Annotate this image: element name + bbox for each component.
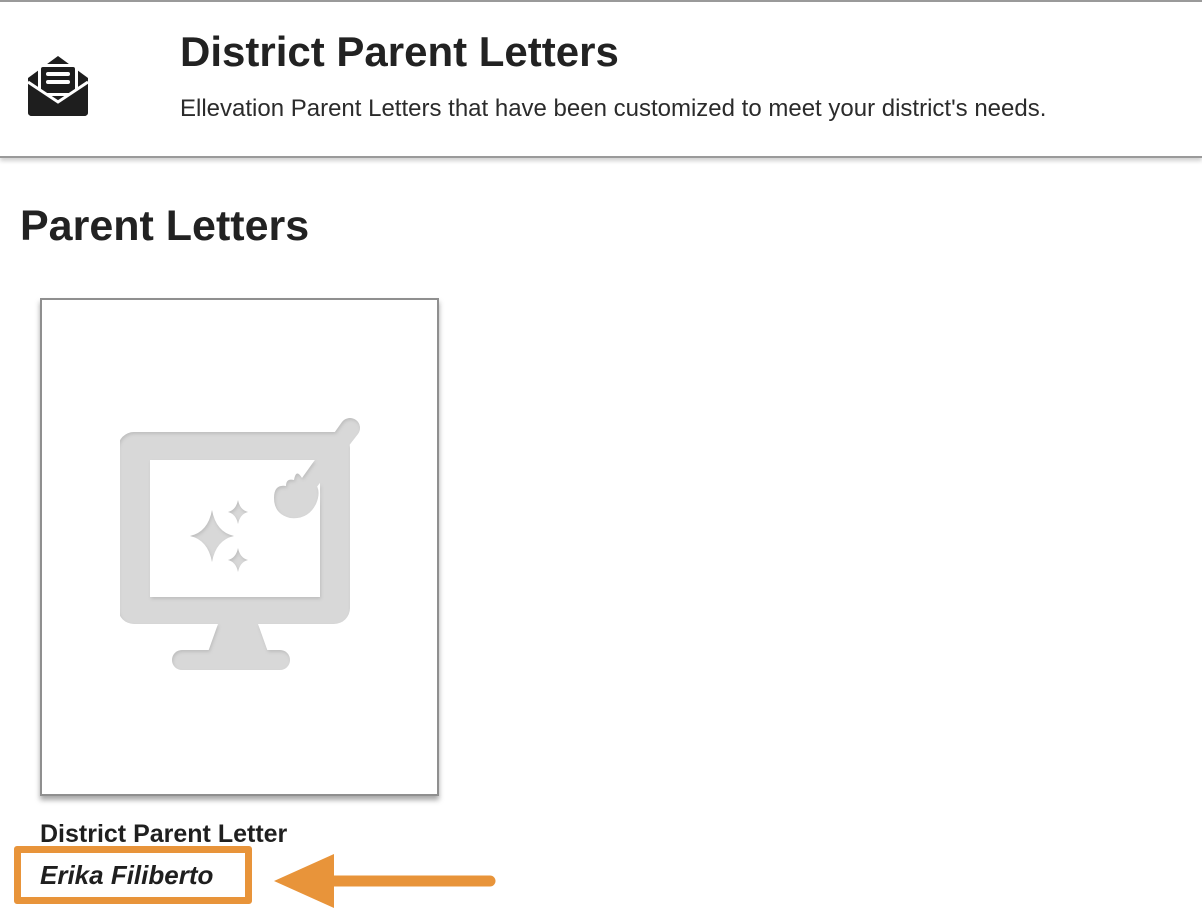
left-arrow-icon — [274, 854, 496, 908]
open-envelope-letter-icon — [27, 56, 89, 116]
page-title: District Parent Letters — [180, 28, 619, 75]
computer-paintbrush-sparkles-icon — [120, 418, 360, 670]
page: District Parent Letters Ellevation Paren… — [0, 0, 1202, 916]
parent-letter-card[interactable] — [40, 298, 439, 796]
page-subtitle: Ellevation Parent Letters that have been… — [180, 95, 1047, 122]
card-title[interactable]: District Parent Letter — [40, 820, 287, 849]
card-author: Erika Filiberto — [40, 860, 214, 890]
page-header: District Parent Letters Ellevation Paren… — [0, 0, 1202, 158]
section-title: Parent Letters — [20, 202, 310, 250]
